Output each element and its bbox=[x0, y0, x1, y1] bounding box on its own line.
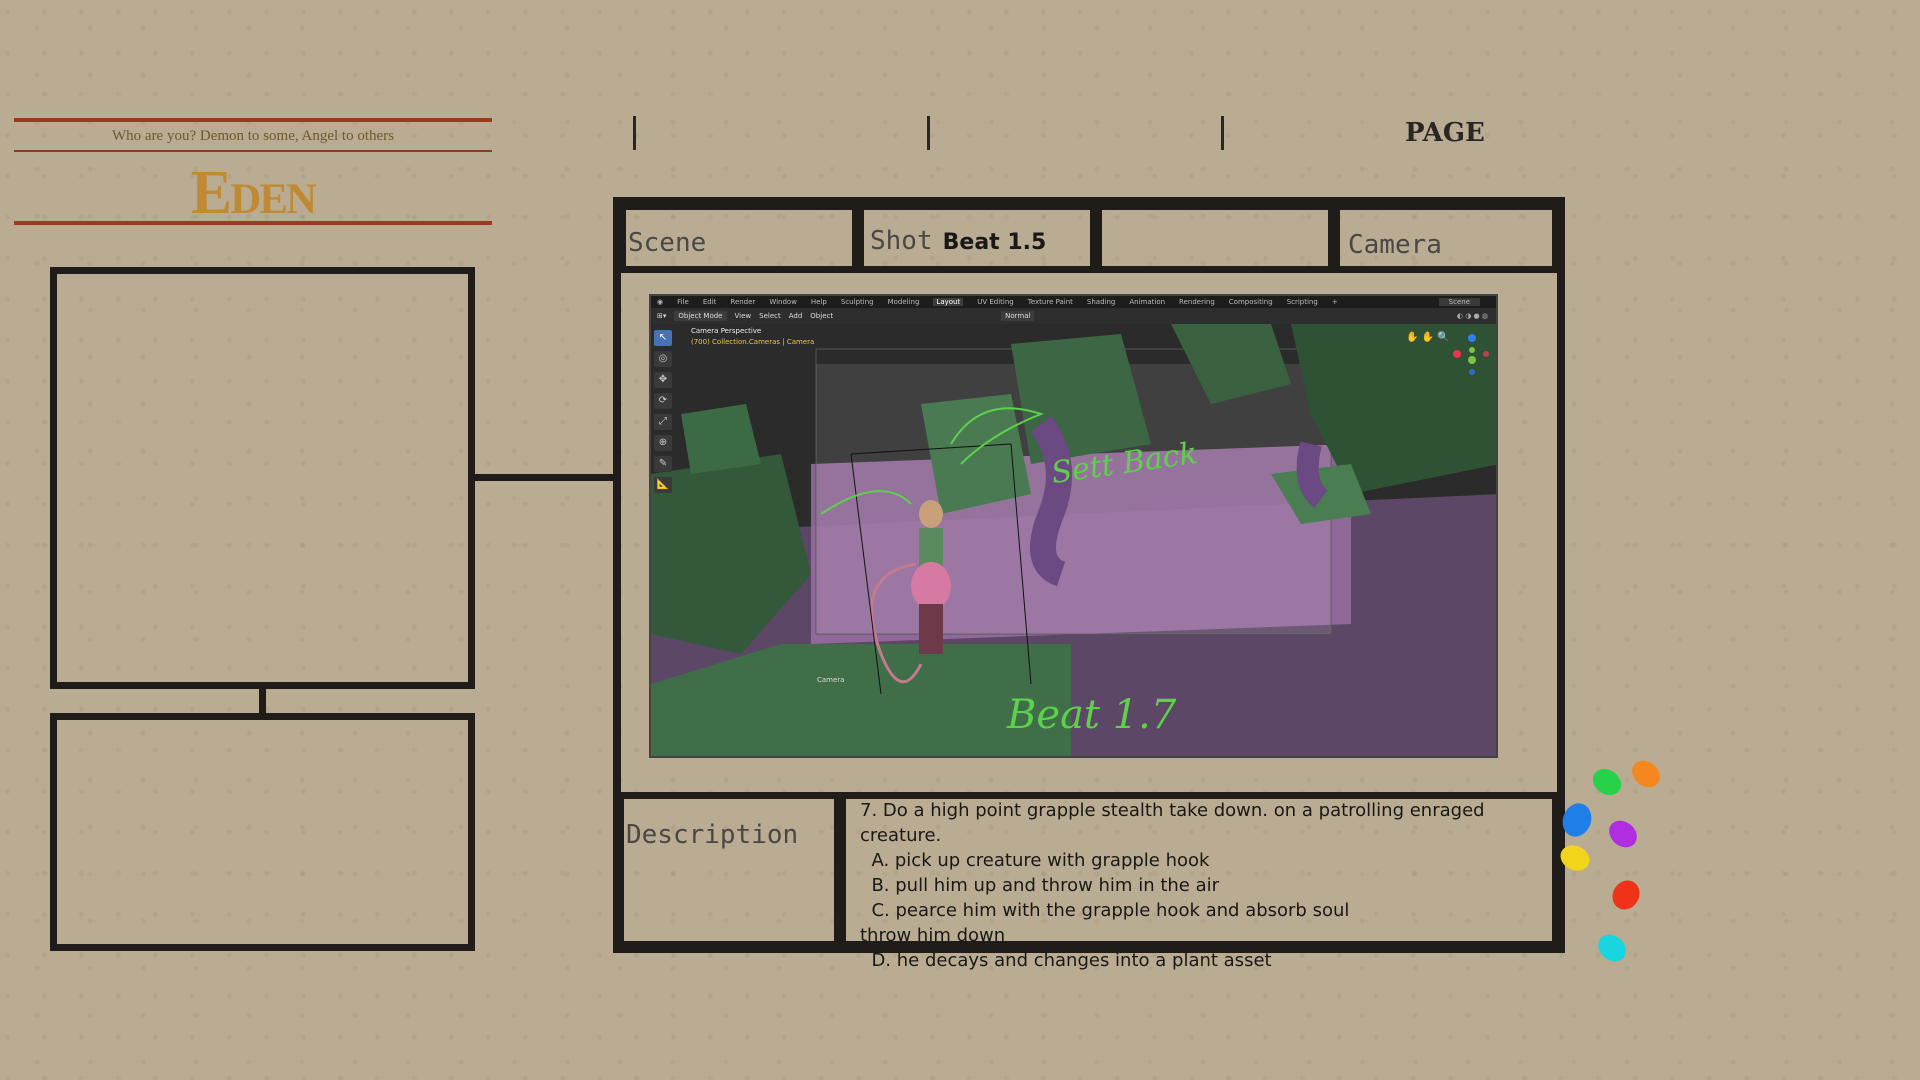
blender-viewport[interactable]: ◉ File Edit Render Window Help Sculpting… bbox=[649, 294, 1498, 758]
editor-type-icon[interactable]: ⊞▾ bbox=[657, 312, 666, 320]
description-line: throw him down bbox=[860, 925, 1006, 946]
shot-label: Shot bbox=[870, 226, 933, 256]
menu-window[interactable]: Window bbox=[769, 298, 797, 306]
shot-value: Beat 1.5 bbox=[942, 230, 1047, 255]
mode-dropdown[interactable]: Object Mode bbox=[674, 311, 727, 321]
thumbnail-panel-top bbox=[50, 267, 475, 689]
tab-scripting[interactable]: Scripting bbox=[1287, 298, 1318, 306]
description-line: 7. Do a high point grapple stealth take … bbox=[860, 800, 1485, 821]
scene-label: Scene bbox=[628, 228, 707, 258]
menu-help[interactable]: Help bbox=[811, 298, 827, 306]
camera-frame-label: Camera bbox=[817, 676, 845, 684]
description-label: Description bbox=[626, 820, 799, 850]
add-workspace-button[interactable]: + bbox=[1332, 298, 1338, 306]
menu-view[interactable]: View bbox=[735, 312, 752, 320]
bottom-rule bbox=[14, 221, 492, 225]
annotate-tool-icon[interactable]: ✎ bbox=[654, 456, 672, 472]
description-cell bbox=[617, 792, 841, 948]
blender-logo-icon[interactable]: ◉ bbox=[657, 298, 663, 306]
divider-tick bbox=[927, 116, 930, 150]
viewport-header: ⊞▾ Object Mode View Select Add Object No… bbox=[651, 308, 1496, 324]
navigation-gizmo[interactable]: ✋ ✋ 🔍 bbox=[1402, 328, 1492, 388]
blank-cell bbox=[1095, 203, 1335, 273]
logo-block: Who are you? Demon to some, Angel to oth… bbox=[14, 114, 492, 227]
menu-file[interactable]: File bbox=[677, 298, 689, 306]
view-subtitle: (700) Collection.Cameras | Camera bbox=[691, 338, 815, 346]
tab-texture-paint[interactable]: Texture Paint bbox=[1028, 298, 1073, 306]
palette-cyan[interactable] bbox=[1592, 929, 1632, 967]
shot-label-wrap: Shot Beat 1.5 bbox=[870, 226, 1046, 256]
annotation-beat: Beat 1.7 bbox=[1007, 692, 1177, 738]
move-tool-icon[interactable]: ✥ bbox=[654, 372, 672, 388]
scene-selector[interactable]: Scene bbox=[1438, 298, 1480, 306]
shading-buttons[interactable]: ◐ ◑ ● ◍ bbox=[1457, 312, 1488, 320]
rotate-tool-icon[interactable]: ⟳ bbox=[654, 393, 672, 409]
description-line: B. pull him up and throw him in the air bbox=[860, 875, 1220, 896]
tab-modeling[interactable]: Modeling bbox=[888, 298, 920, 306]
mid-rule bbox=[14, 150, 492, 152]
scale-tool-icon[interactable]: ⤢ bbox=[654, 414, 672, 430]
palette-red[interactable] bbox=[1607, 875, 1645, 915]
transform-orientation[interactable]: Normal bbox=[1001, 311, 1035, 321]
top-rule bbox=[14, 118, 492, 122]
page-label: PAGE bbox=[1405, 118, 1485, 148]
tab-layout[interactable]: Layout bbox=[933, 298, 964, 306]
description-line: D. he decays and changes into a plant as… bbox=[860, 950, 1272, 971]
palette-orange[interactable] bbox=[1626, 755, 1666, 793]
tab-sculpting[interactable]: Sculpting bbox=[841, 298, 874, 306]
tagline: Who are you? Demon to some, Angel to oth… bbox=[111, 128, 395, 144]
divider-tick bbox=[633, 116, 636, 150]
tab-shading[interactable]: Shading bbox=[1087, 298, 1115, 306]
select-tool-icon[interactable]: ↖ bbox=[654, 330, 672, 346]
description-line: A. pick up creature with grapple hook bbox=[860, 850, 1210, 871]
palette-green[interactable] bbox=[1587, 763, 1627, 801]
connector-line bbox=[472, 474, 617, 481]
tool-shelf: ↖ ◎ ✥ ⟳ ⤢ ⊕ ✎ 📐 bbox=[654, 330, 674, 493]
measure-tool-icon[interactable]: 📐 bbox=[654, 477, 672, 493]
description-text: 7. Do a high point grapple stealth take … bbox=[860, 798, 1550, 973]
menu-render[interactable]: Render bbox=[730, 298, 755, 306]
menu-select[interactable]: Select bbox=[759, 312, 781, 320]
description-line: creature. bbox=[860, 825, 942, 846]
tab-rendering[interactable]: Rendering bbox=[1179, 298, 1215, 306]
divider-tick bbox=[1221, 116, 1224, 150]
view-title: Camera Perspective bbox=[691, 327, 762, 335]
svg-text:✋ ✋ 🔍: ✋ ✋ 🔍 bbox=[1406, 330, 1450, 343]
tab-animation[interactable]: Animation bbox=[1129, 298, 1165, 306]
menu-object[interactable]: Object bbox=[810, 312, 833, 320]
eden-logo: Eden bbox=[190, 159, 317, 227]
tab-compositing[interactable]: Compositing bbox=[1229, 298, 1273, 306]
thumbnail-panel-bottom bbox=[50, 713, 475, 951]
blender-topbar: ◉ File Edit Render Window Help Sculpting… bbox=[651, 296, 1496, 308]
menu-add[interactable]: Add bbox=[789, 312, 803, 320]
palette-purple[interactable] bbox=[1603, 815, 1643, 853]
transform-tool-icon[interactable]: ⊕ bbox=[654, 435, 672, 451]
description-line: C. pearce him with the grapple hook and … bbox=[860, 900, 1350, 921]
cursor-tool-icon[interactable]: ◎ bbox=[654, 351, 672, 367]
tab-uv-editing[interactable]: UV Editing bbox=[977, 298, 1014, 306]
menu-edit[interactable]: Edit bbox=[703, 298, 717, 306]
camera-label: Camera bbox=[1348, 230, 1442, 260]
